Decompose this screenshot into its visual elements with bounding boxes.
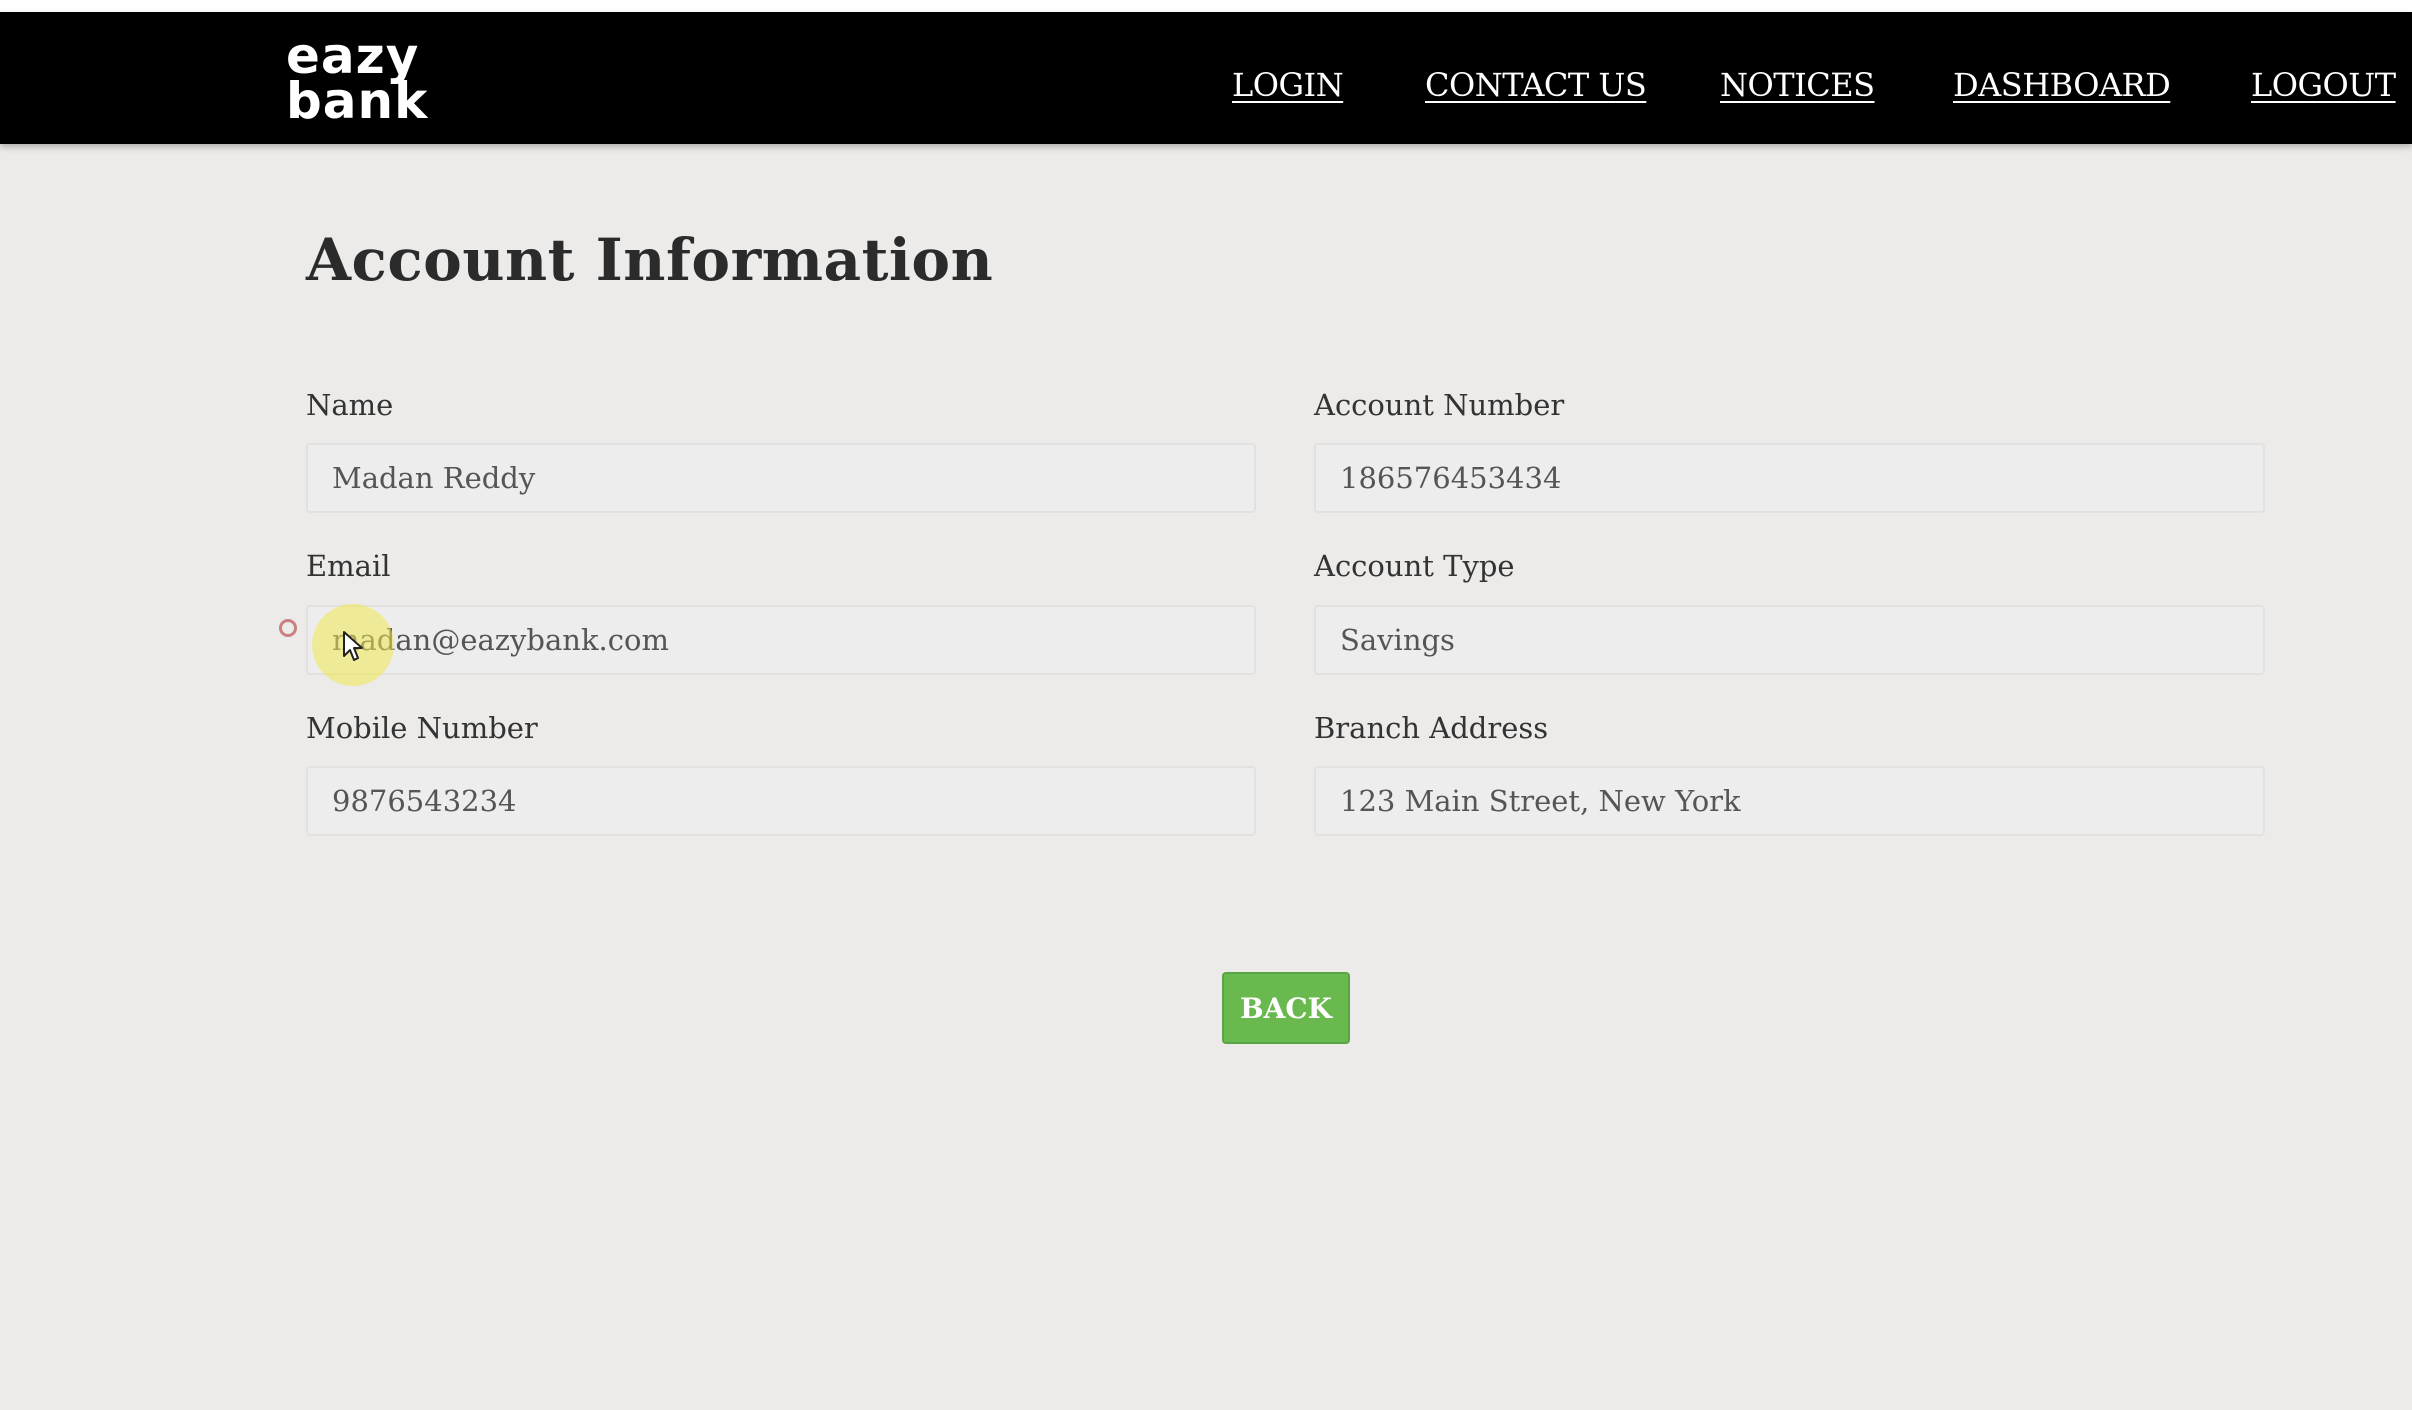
- nav-logout-link[interactable]: LOGOUT: [2251, 66, 2396, 104]
- nav-login-link[interactable]: LOGIN: [1232, 66, 1344, 104]
- account-number-field[interactable]: [1314, 443, 2265, 513]
- back-button[interactable]: BACK: [1222, 972, 1350, 1044]
- nav-contact-us-link[interactable]: CONTACT US: [1425, 66, 1647, 104]
- mobile-number-label: Mobile Number: [306, 711, 538, 745]
- email-field[interactable]: [306, 605, 1256, 675]
- click-indicator-icon: [279, 619, 297, 637]
- branch-address-field[interactable]: [1314, 766, 2265, 836]
- branch-address-label: Branch Address: [1314, 711, 1549, 745]
- account-type-label: Account Type: [1314, 549, 1515, 583]
- name-field[interactable]: [306, 443, 1256, 513]
- navbar: eazy bank LOGIN CONTACT US NOTICES DASHB…: [0, 12, 2412, 144]
- page-title: Account Information: [306, 226, 994, 294]
- top-strip: [0, 0, 2412, 12]
- email-label: Email: [306, 549, 391, 583]
- brand-logo-line2: bank: [286, 72, 429, 130]
- name-label: Name: [306, 388, 394, 422]
- account-type-field[interactable]: [1314, 605, 2265, 675]
- nav-notices-link[interactable]: NOTICES: [1720, 66, 1875, 104]
- mobile-number-field[interactable]: [306, 766, 1256, 836]
- brand-logo[interactable]: eazy bank: [286, 31, 429, 130]
- mouse-pointer-icon: [343, 631, 363, 661]
- nav-dashboard-link[interactable]: DASHBOARD: [1953, 66, 2171, 104]
- account-number-label: Account Number: [1314, 388, 1565, 422]
